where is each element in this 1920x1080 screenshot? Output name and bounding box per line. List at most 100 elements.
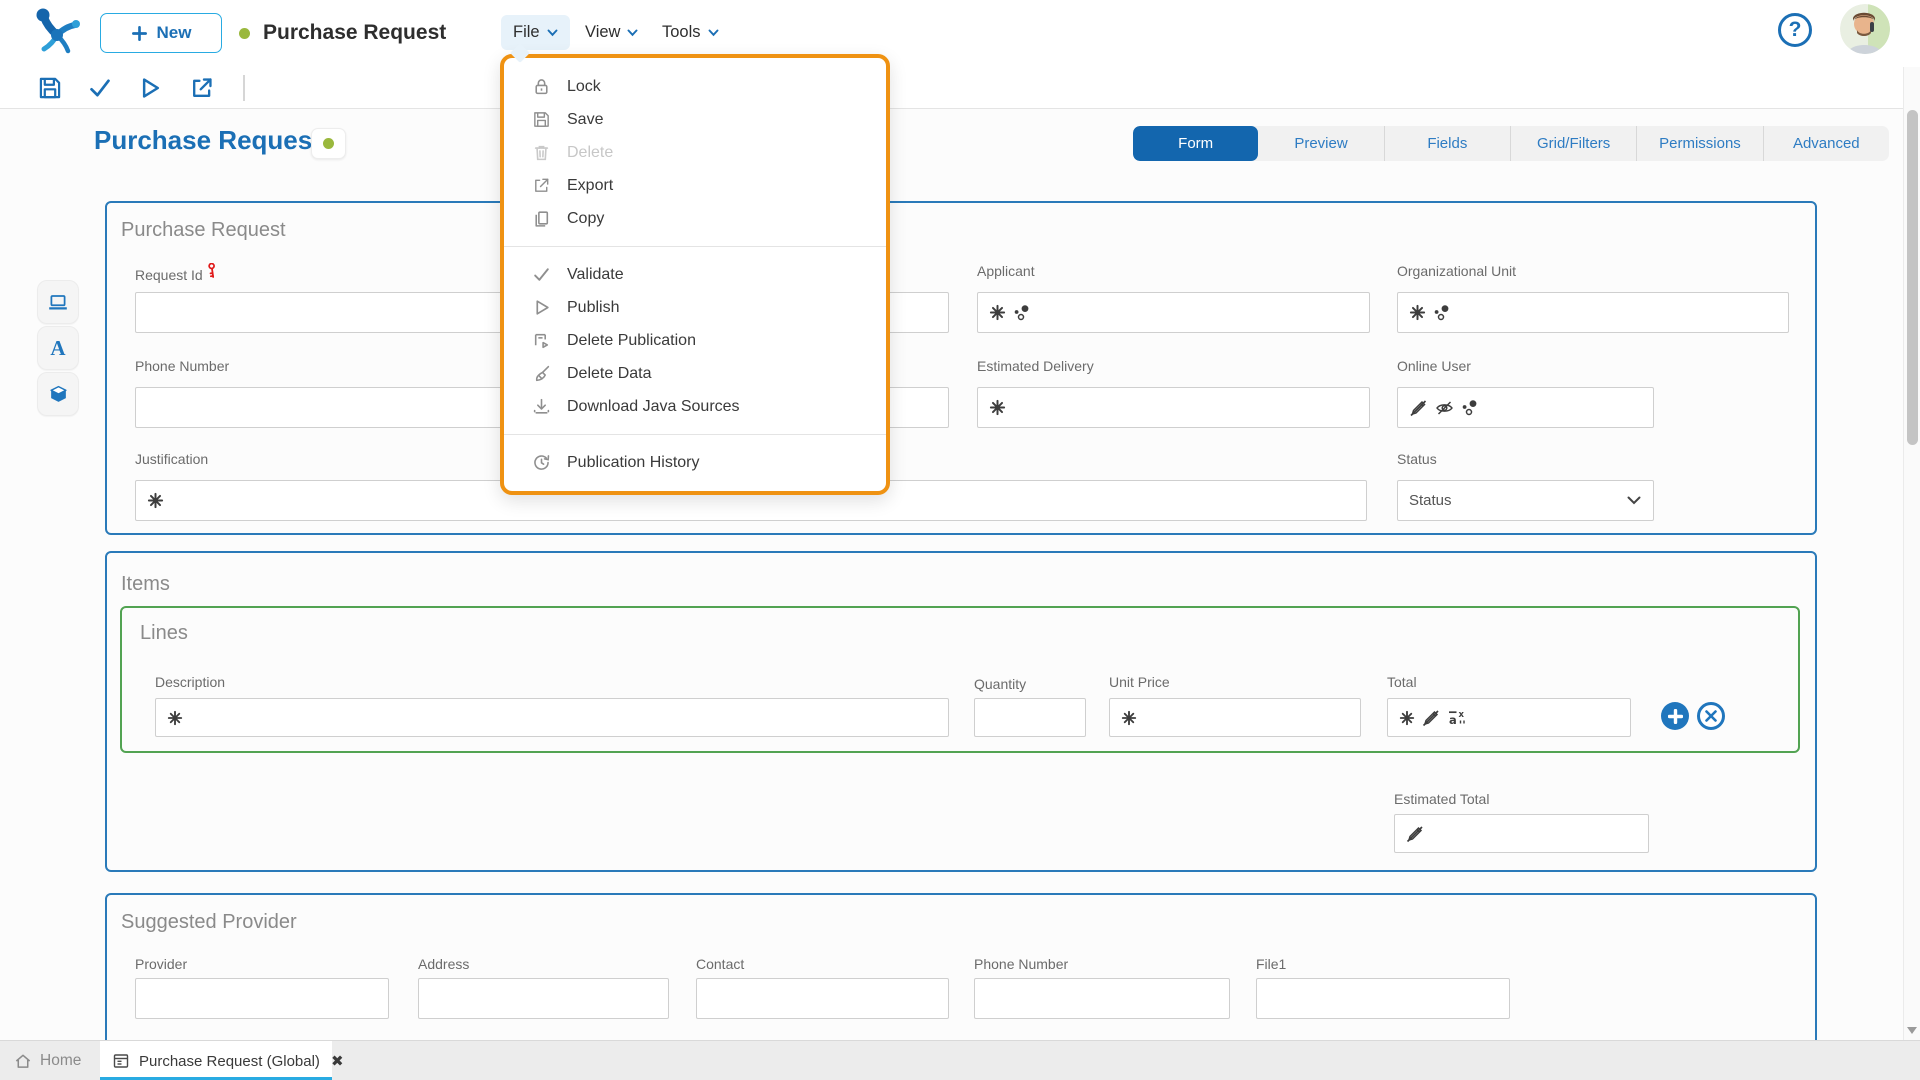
remove-line-button[interactable] xyxy=(1697,702,1725,730)
app-logo-icon[interactable] xyxy=(30,5,86,61)
provider-input[interactable] xyxy=(135,978,389,1019)
scrollbar-thumb[interactable] xyxy=(1907,110,1918,445)
menu-tools[interactable]: Tools xyxy=(650,15,731,50)
new-button[interactable]: New xyxy=(100,13,222,53)
organizational-unit-input[interactable] xyxy=(1397,292,1789,333)
provider-phone-number-label: Phone Number xyxy=(974,956,1068,972)
chevron-down-icon xyxy=(627,29,638,37)
tab-advanced[interactable]: Advanced xyxy=(1764,126,1889,161)
request-id-input[interactable] xyxy=(135,292,527,333)
unit-price-input[interactable] xyxy=(1109,698,1361,737)
export-icon xyxy=(531,176,551,195)
association-icon xyxy=(1433,304,1450,321)
tab-permissions[interactable]: Permissions xyxy=(1637,126,1763,161)
fieldset-legend: Lines xyxy=(140,622,188,645)
publish-icon[interactable] xyxy=(137,75,163,101)
description-label: Description xyxy=(155,674,225,690)
open-window-tab-label: Purchase Request (Global) xyxy=(139,1053,320,1070)
fieldset-legend: Suggested Provider xyxy=(121,911,297,934)
status-select-value: Status xyxy=(1409,492,1452,509)
online-user-input[interactable] xyxy=(1397,387,1654,428)
provider-phone-number-input[interactable] xyxy=(974,978,1230,1019)
menu-file[interactable]: File xyxy=(501,15,570,50)
read-only-pencil-icon xyxy=(1422,709,1440,727)
bottom-tab-bar: Home Purchase Request (Global) ✖ xyxy=(0,1040,1920,1080)
menu-item-lock[interactable]: Lock xyxy=(504,70,886,103)
menu-item-label: Lock xyxy=(567,78,601,96)
user-avatar[interactable] xyxy=(1840,4,1890,54)
close-tab-icon[interactable]: ✖ xyxy=(331,1052,344,1070)
association-icon xyxy=(1461,399,1478,416)
help-icon[interactable]: ? xyxy=(1778,13,1812,47)
menu-item-delete-publication[interactable]: Delete Publication xyxy=(504,324,886,357)
menu-item-label: Download Java Sources xyxy=(567,398,740,416)
menu-item-export[interactable]: Export xyxy=(504,169,886,202)
status-label: Status xyxy=(1397,451,1437,467)
fieldset-lines: Lines Description Quantity Unit Price To… xyxy=(120,606,1800,753)
phone-number-input[interactable] xyxy=(135,387,527,428)
estimated-total-input[interactable] xyxy=(1394,814,1649,853)
app-window: New Purchase Request File View Tools ? xyxy=(0,0,1920,1080)
menu-item-delete[interactable]: Delete xyxy=(504,136,886,169)
menu-item-label: Delete xyxy=(567,144,613,162)
applicant-input[interactable] xyxy=(977,292,1370,333)
preview-device-button[interactable] xyxy=(37,280,79,324)
save-icon[interactable] xyxy=(37,75,63,101)
copy-icon xyxy=(531,209,551,228)
text-style-button[interactable]: A xyxy=(37,326,79,370)
description-input[interactable] xyxy=(155,698,949,737)
menu-item-validate[interactable]: Validate xyxy=(504,258,886,291)
menu-item-label: Export xyxy=(567,177,613,195)
file1-input[interactable] xyxy=(1256,978,1510,1019)
quantity-input[interactable] xyxy=(974,698,1086,737)
export-icon[interactable] xyxy=(189,75,215,101)
top-header-bar: New Purchase Request File View Tools ? xyxy=(0,0,1920,67)
required-asterisk-icon xyxy=(1409,304,1426,321)
form-editor-side-tools: A xyxy=(37,280,79,416)
menu-view[interactable]: View xyxy=(573,15,650,50)
broom-icon xyxy=(531,364,551,383)
total-input[interactable]: xa xyxy=(1387,698,1631,737)
menu-divider xyxy=(504,434,886,435)
tab-preview[interactable]: Preview xyxy=(1258,126,1384,161)
add-line-button[interactable] xyxy=(1661,702,1689,730)
required-asterisk-icon xyxy=(989,399,1006,416)
open-window-tab[interactable]: Purchase Request (Global) ✖ xyxy=(100,1041,332,1080)
home-tab[interactable]: Home xyxy=(14,1041,81,1080)
address-input[interactable] xyxy=(418,978,669,1019)
editor-tabs: Form Preview Fields Grid/Filters Permiss… xyxy=(1133,126,1889,161)
scrollbar-down-arrow-icon[interactable] xyxy=(1907,1027,1917,1034)
tab-grid-filters[interactable]: Grid/Filters xyxy=(1511,126,1637,161)
chevron-down-icon xyxy=(1627,496,1641,505)
laptop-icon xyxy=(47,292,69,312)
tab-fields[interactable]: Fields xyxy=(1385,126,1511,161)
action-toolbar xyxy=(0,67,1920,109)
menu-item-publication-history[interactable]: Publication History xyxy=(504,446,886,479)
file-dropdown-menu: Lock Save Delete Export Copy Validate Pu… xyxy=(500,54,890,495)
menu-divider xyxy=(504,246,886,247)
contact-input[interactable] xyxy=(696,978,949,1019)
fieldset-purchase-request: Purchase Request Request Id Applicant Or… xyxy=(105,201,1817,535)
menu-item-copy[interactable]: Copy xyxy=(504,202,886,235)
status-dot-icon xyxy=(323,138,334,149)
menu-item-delete-data[interactable]: Delete Data xyxy=(504,357,886,390)
required-asterisk-icon xyxy=(989,304,1006,321)
status-select[interactable]: Status xyxy=(1397,480,1654,521)
menu-item-save[interactable]: Save xyxy=(504,103,886,136)
phone-number-label: Phone Number xyxy=(135,358,229,374)
home-icon xyxy=(14,1052,32,1070)
chevron-down-icon xyxy=(708,29,719,37)
estimated-delivery-input[interactable] xyxy=(977,387,1370,428)
primary-key-icon xyxy=(205,263,220,278)
menu-view-label: View xyxy=(585,23,620,42)
menu-item-download-java-sources[interactable]: Download Java Sources xyxy=(504,390,886,423)
menu-item-publish[interactable]: Publish xyxy=(504,291,886,324)
organizational-unit-label: Organizational Unit xyxy=(1397,263,1516,279)
tab-form[interactable]: Form xyxy=(1133,126,1258,161)
request-id-label: Request Id xyxy=(135,263,220,283)
status-badge[interactable] xyxy=(311,128,346,159)
validate-icon[interactable] xyxy=(87,75,113,101)
trash-icon xyxy=(531,143,551,162)
vertical-scrollbar[interactable] xyxy=(1903,67,1920,1040)
object-3d-button[interactable] xyxy=(37,372,79,416)
